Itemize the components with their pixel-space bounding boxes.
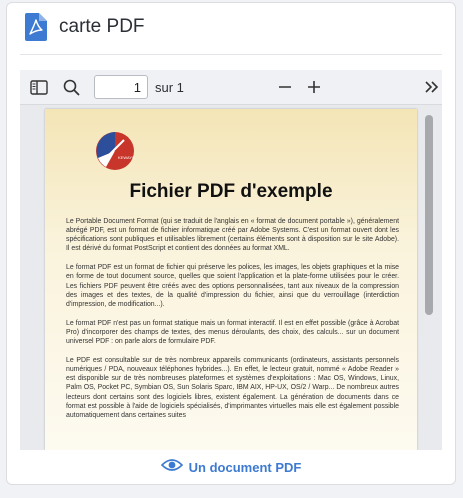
pdf-viewer[interactable]: KEWAYS Fichier PDF d'exemple Le Portable… — [20, 105, 442, 450]
minus-icon — [279, 86, 291, 88]
document-body: Le Portable Document Format (qui se trad… — [66, 217, 399, 430]
zoom-in-button[interactable] — [302, 75, 326, 99]
eye-icon — [160, 458, 183, 477]
plus-icon — [308, 81, 320, 93]
logo-text: KEWAYS — [118, 155, 135, 160]
pdf-card: carte PDF sur 1 — [6, 2, 456, 485]
card-header: carte PDF — [7, 3, 455, 53]
company-logo: KEWAYS — [94, 130, 136, 177]
zoom-out-button[interactable] — [273, 75, 297, 99]
view-document-label[interactable]: Un document PDF — [189, 460, 302, 475]
pdf-file-icon — [25, 13, 47, 46]
search-icon[interactable] — [59, 75, 83, 99]
document-paragraph: Le format PDF est un format de fichier q… — [66, 264, 399, 308]
document-paragraph: Le Portable Document Format (qui se trad… — [66, 218, 399, 253]
pdf-page: KEWAYS Fichier PDF d'exemple Le Portable… — [45, 109, 417, 450]
card-title: carte PDF — [59, 16, 145, 37]
more-tools-button[interactable] — [419, 75, 443, 99]
sidebar-toggle-icon[interactable] — [27, 75, 51, 99]
page-number-input[interactable] — [94, 75, 148, 99]
document-paragraph: Le PDF est consultable sur de très nombr… — [66, 357, 399, 419]
view-document-link[interactable]: Un document PDF — [7, 458, 455, 477]
page-count-label: sur 1 — [155, 80, 184, 95]
viewer-scrollbar[interactable] — [425, 115, 433, 315]
header-divider — [20, 54, 442, 55]
document-paragraph: Le format PDF n'est pas un format statiq… — [66, 319, 399, 346]
pdf-toolbar: sur 1 — [20, 70, 442, 105]
double-chevron-right-icon — [425, 81, 439, 93]
document-title: Fichier PDF d'exemple — [129, 181, 333, 202]
